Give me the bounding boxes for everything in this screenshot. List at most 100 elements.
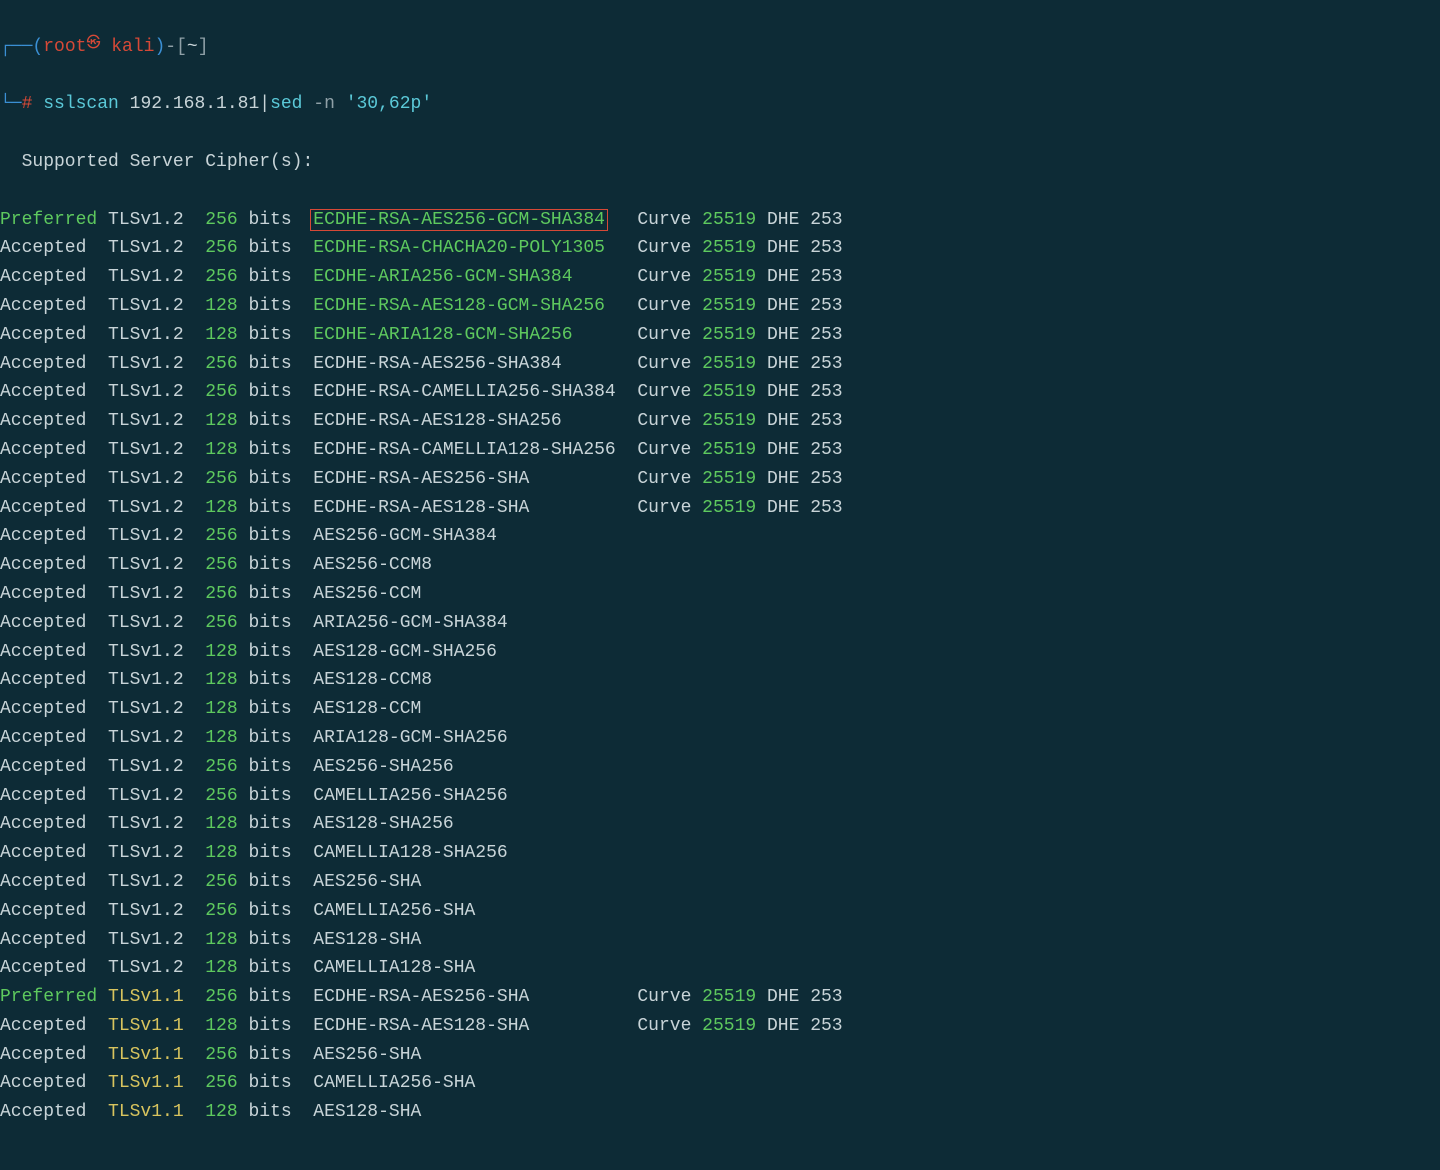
cipher-name: AES256-CCM [313, 584, 421, 604]
cipher-name: ECDHE-ARIA128-GCM-SHA256 [313, 325, 572, 345]
command-sed: sed [270, 94, 313, 114]
curve-value: 25519 [702, 1016, 756, 1036]
tls-version: TLSv1.1 [108, 1045, 205, 1065]
cipher-name: CAMELLIA128-SHA [313, 958, 475, 978]
cipher-row: Accepted TLSv1.2 128 bits ECDHE-RSA-AES1… [0, 292, 1440, 321]
spacer [562, 354, 638, 374]
spacer [605, 238, 637, 258]
bit-count: 256 [205, 786, 237, 806]
curve-label: Curve [637, 987, 702, 1007]
bit-count: 256 [205, 1045, 237, 1065]
status-label: Accepted [0, 354, 108, 374]
dhe-value: 253 [810, 987, 842, 1007]
dhe-value: 253 [810, 411, 842, 431]
tls-version: TLSv1.2 [108, 699, 205, 719]
bit-count: 128 [205, 1016, 237, 1036]
status-label: Accepted [0, 872, 108, 892]
command-flag: -n [313, 94, 345, 114]
cipher-name: ECDHE-RSA-AES256-SHA [313, 469, 529, 489]
bits-label: bits [238, 210, 314, 230]
bits-label: bits [238, 642, 314, 662]
tls-version: TLSv1.2 [108, 440, 205, 460]
bits-label: bits [238, 786, 314, 806]
bit-count: 128 [205, 843, 237, 863]
status-label: Accepted [0, 814, 108, 834]
status-label: Accepted [0, 498, 108, 518]
command-arg-range: '30,62p' [346, 94, 432, 114]
dhe-value: 253 [810, 354, 842, 374]
bit-count: 128 [205, 670, 237, 690]
tls-version: TLSv1.2 [108, 555, 205, 575]
tls-version: TLSv1.2 [108, 814, 205, 834]
bit-count: 256 [205, 238, 237, 258]
bit-count: 256 [205, 584, 237, 604]
bits-label: bits [238, 699, 314, 719]
tls-version: TLSv1.1 [108, 987, 205, 1007]
bits-label: bits [238, 958, 314, 978]
bits-label: bits [238, 469, 314, 489]
dhe-label: DHE [756, 267, 810, 287]
prompt-line-2: └─# sslscan 192.168.1.81|sed -n '30,62p' [0, 90, 1440, 119]
terminal[interactable]: ┌──(root㉿ kali)-[~] └─# sslscan 192.168.… [0, 0, 1440, 1156]
cipher-name: AES256-SHA [313, 872, 421, 892]
cipher-row: Accepted TLSv1.2 128 bits ECDHE-RSA-AES1… [0, 494, 1440, 523]
dhe-label: DHE [756, 411, 810, 431]
cipher-table: Preferred TLSv1.2 256 bits ECDHE-RSA-AES… [0, 206, 1440, 1128]
status-label: Accepted [0, 555, 108, 575]
section-header: Supported Server Cipher(s): [0, 148, 1440, 177]
status-label: Accepted [0, 757, 108, 777]
prompt-open-paren: ( [32, 37, 43, 57]
bit-count: 128 [205, 728, 237, 748]
curve-value: 25519 [702, 411, 756, 431]
cipher-name: ECDHE-RSA-CAMELLIA128-SHA256 [313, 440, 615, 460]
bits-label: bits [238, 1016, 314, 1036]
tls-version: TLSv1.2 [108, 238, 205, 258]
bits-label: bits [238, 613, 314, 633]
status-label: Accepted [0, 296, 108, 316]
cipher-name: ECDHE-RSA-AES128-GCM-SHA256 [313, 296, 605, 316]
curve-label: Curve [637, 210, 702, 230]
bits-label: bits [238, 238, 314, 258]
cipher-name: AES256-GCM-SHA384 [313, 526, 497, 546]
status-label: Accepted [0, 728, 108, 748]
cipher-row: Accepted TLSv1.2 128 bits CAMELLIA128-SH… [0, 839, 1440, 868]
cipher-row: Accepted TLSv1.2 256 bits ECDHE-RSA-CAME… [0, 378, 1440, 407]
spacer [616, 382, 638, 402]
status-label: Accepted [0, 642, 108, 662]
cipher-row: Accepted TLSv1.2 128 bits AES128-CCM8 [0, 666, 1440, 695]
cipher-name: ECDHE-RSA-AES128-SHA256 [313, 411, 561, 431]
dhe-value: 253 [810, 469, 842, 489]
command-sslscan: sslscan [32, 94, 129, 114]
dhe-value: 253 [810, 267, 842, 287]
bit-count: 256 [205, 613, 237, 633]
status-label: Accepted [0, 1102, 108, 1122]
bits-label: bits [238, 382, 314, 402]
tls-version: TLSv1.2 [108, 469, 205, 489]
bit-count: 128 [205, 440, 237, 460]
curve-label: Curve [637, 1016, 702, 1036]
cipher-row: Accepted TLSv1.2 256 bits ECDHE-RSA-CHAC… [0, 234, 1440, 263]
curve-label: Curve [637, 267, 702, 287]
bit-count: 256 [205, 1073, 237, 1093]
status-label: Accepted [0, 670, 108, 690]
status-label: Accepted [0, 469, 108, 489]
spacer [529, 1016, 637, 1036]
bit-count: 128 [205, 814, 237, 834]
curve-value: 25519 [702, 498, 756, 518]
curve-label: Curve [637, 498, 702, 518]
bits-label: bits [238, 901, 314, 921]
curve-label: Curve [637, 296, 702, 316]
dhe-value: 253 [810, 498, 842, 518]
curve-value: 25519 [702, 382, 756, 402]
bits-label: bits [238, 670, 314, 690]
spacer [562, 411, 638, 431]
bits-label: bits [238, 814, 314, 834]
status-label: Accepted [0, 786, 108, 806]
bit-count: 256 [205, 210, 237, 230]
dhe-value: 253 [810, 238, 842, 258]
prompt-close-paren: ) [154, 37, 165, 57]
curve-value: 25519 [702, 440, 756, 460]
spacer [616, 440, 638, 460]
cipher-name: AES256-SHA [313, 1045, 421, 1065]
cipher-name: CAMELLIA256-SHA256 [313, 786, 507, 806]
